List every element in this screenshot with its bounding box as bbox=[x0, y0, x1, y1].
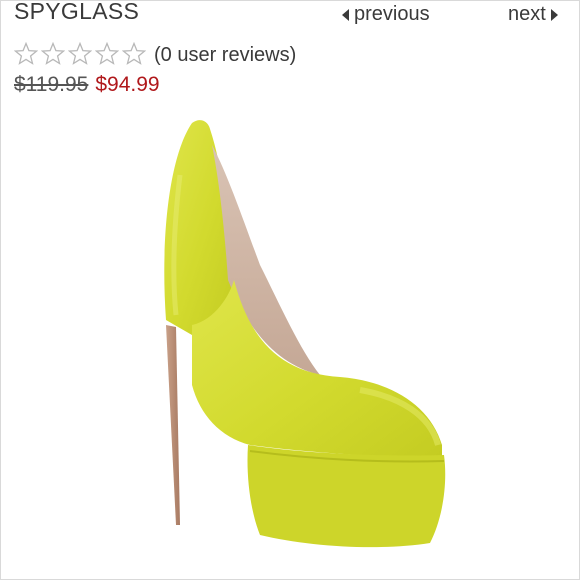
star-empty-icon[interactable] bbox=[95, 41, 119, 66]
caret-right-icon bbox=[550, 8, 558, 21]
price-row: $119.95 $94.99 bbox=[14, 73, 160, 97]
previous-link[interactable]: previous bbox=[342, 3, 430, 26]
original-price: $119.95 bbox=[14, 73, 89, 96]
product-title: SPYGLASS bbox=[14, 0, 140, 24]
product-image bbox=[164, 120, 446, 548]
next-link[interactable]: next bbox=[508, 3, 558, 26]
rating-row: (0 user reviews) bbox=[14, 40, 296, 67]
star-empty-icon[interactable] bbox=[122, 41, 146, 66]
star-empty-icon[interactable] bbox=[68, 41, 92, 66]
review-count-link[interactable]: (0 user reviews) bbox=[154, 44, 296, 67]
star-rating[interactable] bbox=[14, 41, 146, 66]
next-label: next bbox=[508, 3, 546, 25]
previous-label: previous bbox=[354, 3, 430, 25]
star-empty-icon[interactable] bbox=[41, 41, 65, 66]
caret-left-icon bbox=[342, 8, 349, 21]
sale-price: $94.99 bbox=[95, 73, 160, 96]
star-empty-icon[interactable] bbox=[14, 41, 38, 66]
